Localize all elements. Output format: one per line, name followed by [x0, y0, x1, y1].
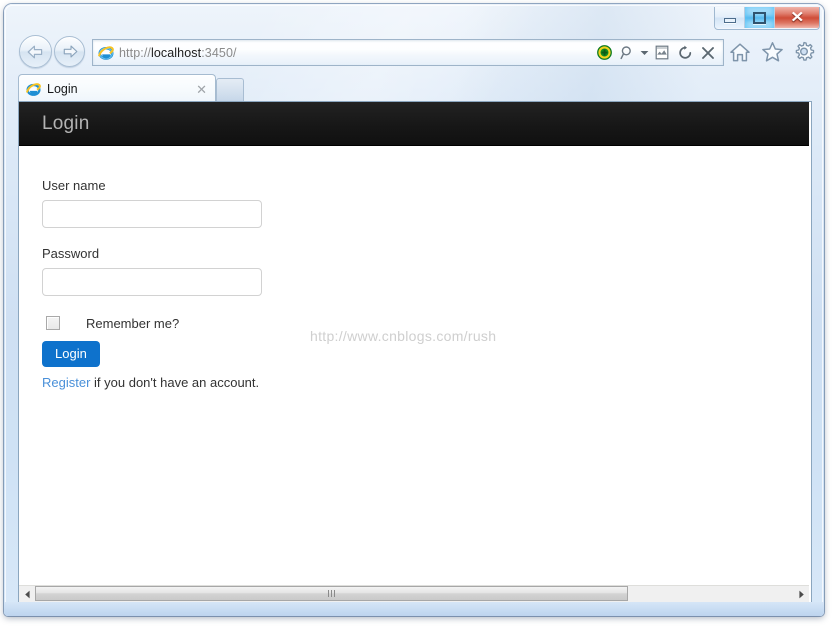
restore-icon — [753, 11, 766, 24]
close-icon: ✕ — [789, 9, 805, 26]
search-options-button[interactable] — [639, 50, 650, 56]
desktop-background: ✕ http://localhost:3450/ Login ✕ Login U… — [0, 0, 836, 628]
tools-button[interactable] — [790, 39, 818, 65]
web-page-content: Login User name Password Remember me? Lo… — [19, 102, 809, 585]
command-bar — [726, 39, 818, 65]
internet-explorer-icon — [98, 45, 114, 60]
scroll-right-button[interactable] — [793, 586, 809, 602]
translate-addon-icon — [596, 45, 612, 60]
restore-button[interactable] — [745, 7, 775, 28]
minimize-icon — [723, 17, 736, 23]
translate-addon-button[interactable] — [593, 42, 615, 63]
search-icon — [619, 46, 631, 60]
watermark-text: http://www.cnblogs.com/rush — [310, 328, 497, 344]
forward-button[interactable] — [54, 36, 85, 67]
arrow-right-icon — [63, 45, 77, 58]
close-button[interactable]: ✕ — [775, 7, 819, 28]
password-label: Password — [42, 246, 100, 261]
login-form: User name Password Remember me? Login Re… — [19, 146, 809, 390]
new-tab-button[interactable] — [216, 78, 244, 103]
page-viewport: Login User name Password Remember me? Lo… — [18, 101, 812, 603]
scroll-left-button[interactable] — [19, 586, 35, 602]
home-icon — [730, 42, 750, 61]
home-button[interactable] — [726, 39, 754, 65]
internet-explorer-icon — [26, 82, 41, 96]
arrow-left-icon — [24, 590, 30, 598]
chevron-down-icon — [640, 50, 649, 55]
url-host: localhost — [150, 45, 202, 60]
tab-bar: Login ✕ — [4, 72, 824, 103]
scrollbar-track[interactable] — [35, 586, 793, 602]
window-caption-buttons: ✕ — [714, 7, 820, 30]
username-label: User name — [42, 178, 106, 193]
remember-me-checkbox[interactable] — [46, 316, 60, 330]
url-scheme: http:// — [119, 45, 151, 60]
register-link[interactable]: Register — [42, 375, 90, 390]
browser-window: ✕ http://localhost:3450/ Login ✕ Login U… — [4, 4, 824, 616]
compatibility-view-button[interactable] — [651, 42, 673, 63]
back-button[interactable] — [19, 35, 52, 68]
search-button[interactable] — [616, 42, 638, 63]
url-path: :3450/ — [201, 45, 237, 60]
username-input[interactable] — [42, 200, 262, 228]
refresh-button[interactable] — [674, 42, 696, 63]
stop-icon — [702, 46, 714, 59]
site-navbar: Login — [19, 102, 809, 146]
tab-login[interactable]: Login ✕ — [18, 74, 216, 103]
arrow-right-icon — [798, 590, 804, 598]
tools-gear-icon — [795, 41, 815, 61]
arrow-left-icon — [27, 45, 43, 58]
navigation-toolbar: http://localhost:3450/ — [4, 32, 824, 70]
scrollbar-thumb[interactable] — [35, 586, 628, 601]
refresh-icon — [678, 45, 691, 59]
window-bottom-strip — [4, 602, 824, 616]
address-bar-icons — [593, 42, 723, 63]
url-text: http://localhost:3450/ — [119, 46, 237, 60]
compatibility-view-icon — [655, 45, 669, 60]
password-input[interactable] — [42, 268, 262, 296]
tab-close-icon[interactable]: ✕ — [196, 83, 207, 96]
page-title[interactable]: Login — [42, 113, 90, 135]
minimize-button[interactable] — [715, 7, 745, 28]
tab-title: Login — [47, 82, 78, 96]
favorites-star-icon — [761, 42, 783, 62]
address-bar[interactable]: http://localhost:3450/ — [92, 39, 724, 66]
stop-button[interactable] — [697, 42, 719, 63]
remember-me-label[interactable]: Remember me? — [86, 316, 179, 331]
scrollbar-grip-icon — [327, 590, 335, 597]
horizontal-scrollbar[interactable] — [19, 585, 809, 602]
favorites-button[interactable] — [758, 39, 786, 65]
register-suffix: if you don't have an account. — [90, 375, 260, 390]
register-line: Register if you don't have an account. — [42, 375, 809, 390]
login-submit-button[interactable]: Login — [42, 341, 100, 367]
